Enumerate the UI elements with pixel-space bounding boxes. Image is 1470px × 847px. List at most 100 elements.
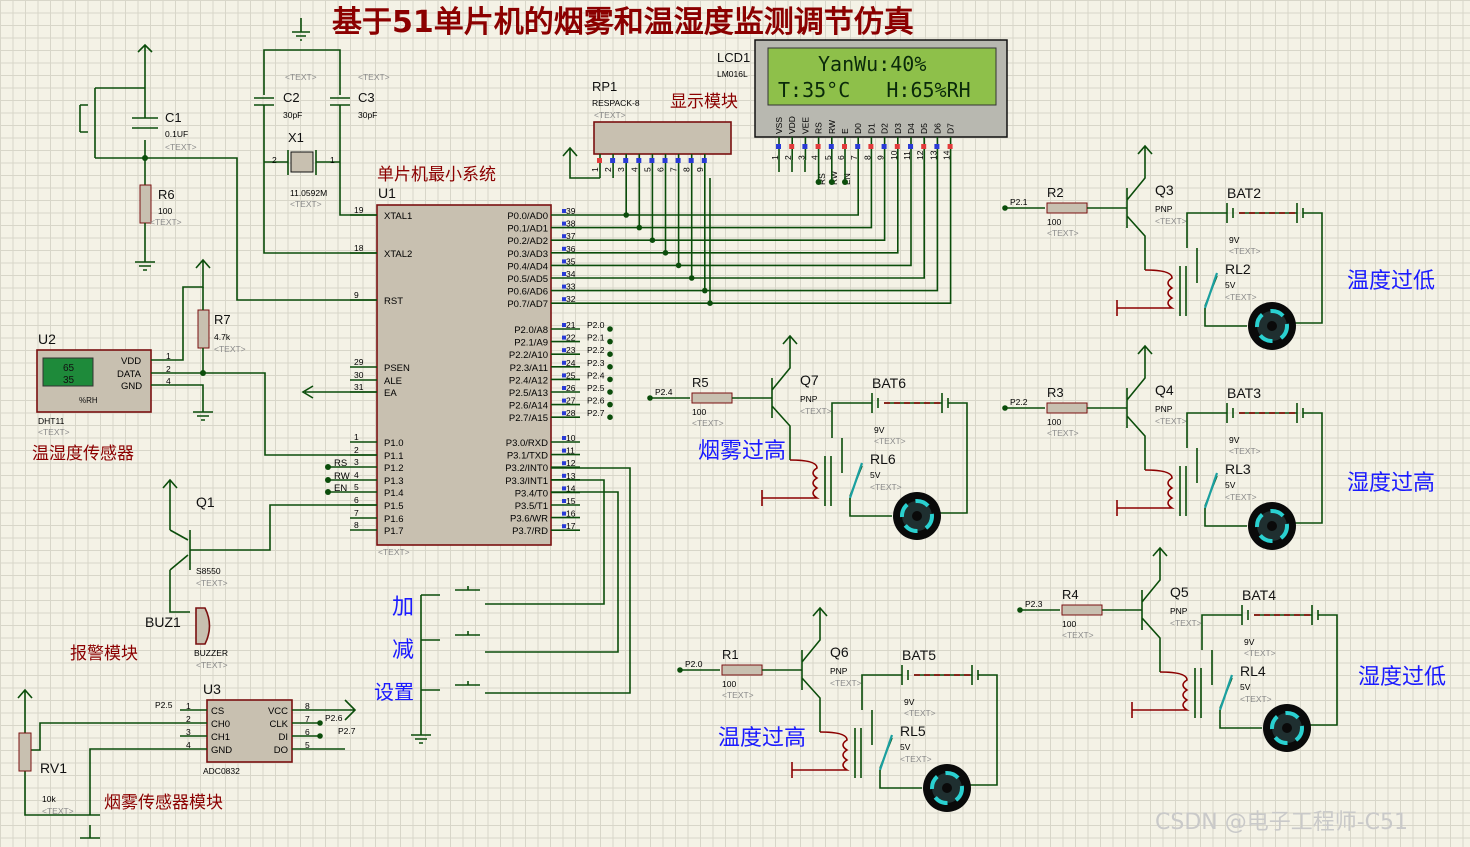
u1-right-pin-number: 36 <box>566 244 576 254</box>
u1-right-pin-number: 15 <box>566 496 576 506</box>
u1-right-pin-number: 24 <box>566 358 576 368</box>
rl4-ref: RL4 <box>1240 663 1266 679</box>
rl6-text: <TEXT> <box>870 482 902 492</box>
bat4-ref: BAT4 <box>1242 587 1276 603</box>
rl2-text: <TEXT> <box>1225 292 1257 302</box>
q6-text: <TEXT> <box>830 678 862 688</box>
u1-p2-net: P2.3 <box>587 358 605 368</box>
q7-type: PNP <box>800 394 818 404</box>
u1-right-pin-name: P2.7/A15 <box>509 413 548 424</box>
u2-temp: 65 <box>63 363 75 374</box>
u3-right-pin-name: VCC <box>268 706 288 717</box>
button-minus-label[interactable]: 减 <box>392 638 414 663</box>
q6-type: PNP <box>830 666 848 676</box>
lcd-pin-marker <box>815 144 821 149</box>
alarm-module-label: 报警模块 <box>70 644 138 664</box>
lcd-pin-label: D2 <box>880 123 890 134</box>
rp1-pin-number: 3 <box>616 167 626 172</box>
button-minus[interactable]: 减 <box>392 638 414 663</box>
r5-ref: R5 <box>692 375 709 390</box>
lcd-pin-marker <box>842 144 847 149</box>
u1-left-pin-number: 18 <box>354 243 364 253</box>
display-module-label: 显示模块 <box>670 92 738 112</box>
u1-left-pin-number: 6 <box>354 495 359 505</box>
lcd-pin-marker <box>789 144 795 149</box>
lcd-pin-number: 8 <box>862 155 872 160</box>
u1-right-pin-number: 16 <box>566 509 576 519</box>
rp1-pin-marker <box>649 158 655 163</box>
u1-left-pin-number: 4 <box>354 470 359 480</box>
r5-net: P2.4 <box>655 387 673 397</box>
rp1-ref: RP1 <box>592 79 617 94</box>
lcd-pin-number: 7 <box>849 155 859 160</box>
u3-left-pin-name: CH0 <box>211 719 230 730</box>
lcd-pin-marker <box>868 144 874 149</box>
u3-net-clk: P2.6 <box>325 713 343 723</box>
c3-value: 30pF <box>358 110 377 120</box>
u1-left-pin-name: XTAL2 <box>384 249 412 260</box>
u1-right-pin-name: P2.1/A9 <box>514 338 548 349</box>
driver-q5: P2.3R4100<TEXT>Q5PNP<TEXT>RL45V<TEXT>BAT… <box>1017 546 1446 752</box>
q4-symbol <box>1087 344 1153 470</box>
u1-right-pin-number: 33 <box>566 282 576 292</box>
button-set[interactable]: 设置 <box>374 680 414 704</box>
u2-unit: %RH <box>79 396 98 405</box>
r3-text: <TEXT> <box>1047 428 1079 438</box>
r1-net: P2.0 <box>685 659 703 669</box>
csdn-watermark: CSDN @电子工程师-C51 <box>1155 810 1408 835</box>
lcd-pin-marker <box>776 144 781 149</box>
button-plus[interactable]: 加 <box>392 595 414 620</box>
r2-ref: R2 <box>1047 185 1064 200</box>
q5-symbol <box>1102 546 1168 672</box>
r5-value: 100 <box>692 407 706 417</box>
q1-text: <TEXT> <box>196 578 228 588</box>
driver-q6: P2.0R1100<TEXT>Q6PNP<TEXT>RL55V<TEXT>BAT… <box>677 606 998 812</box>
q5-ref: Q5 <box>1170 584 1189 600</box>
lcd-pin-label: D6 <box>932 123 942 134</box>
u1-right-pin-number: 25 <box>566 370 576 380</box>
u1-right-pin-name: P0.0/AD0 <box>507 211 548 222</box>
lcd-pin-label: D4 <box>906 123 916 134</box>
bat5-value: 9V <box>904 697 915 707</box>
bat6-text: <TEXT> <box>874 436 906 446</box>
lcd-pin-number: 13 <box>928 150 938 160</box>
u1-right-pin-name: P0.4/AD4 <box>507 261 548 272</box>
xtal-wires <box>263 105 377 254</box>
bat3-text: <TEXT> <box>1229 446 1261 456</box>
mcu-module-label: 单片机最小系统 <box>377 165 496 185</box>
u1-left-pin-name: P1.7 <box>384 526 404 537</box>
rl6-ref: RL6 <box>870 451 896 467</box>
lcd-model: LM016L <box>717 69 748 79</box>
u1-left-pin-name: P1.3 <box>384 476 404 487</box>
r4-ref: R4 <box>1062 587 1079 602</box>
lcd-pin-number: 14 <box>942 150 952 160</box>
u3-left-pin-name: GND <box>211 745 232 756</box>
u1-p2-net: P2.4 <box>587 370 605 380</box>
u2-text: <TEXT> <box>38 427 70 437</box>
buz1-ref: BUZ1 <box>145 614 181 630</box>
u1-right-pin-number: 35 <box>566 256 576 266</box>
button-plus-label[interactable]: 加 <box>392 595 414 620</box>
u3-left-pin-name: CS <box>211 706 224 717</box>
r5-text: <TEXT> <box>692 418 724 428</box>
u1-left-pin-name: ALE <box>384 376 402 387</box>
u1-right-pin-number: 39 <box>566 206 576 216</box>
u1-right-pin-name: P2.5/A13 <box>509 388 548 399</box>
lcd-line-1: YanWu:40% <box>818 52 926 76</box>
lcd-pin-marker <box>947 144 953 149</box>
u1-right-pin-name: P2.2/A10 <box>509 350 548 361</box>
q4-ref: Q4 <box>1155 382 1174 398</box>
bat4-value: 9V <box>1244 637 1255 647</box>
rp1-pin-number: 8 <box>682 167 692 172</box>
r7-text: <TEXT> <box>214 344 246 354</box>
button-set-label[interactable]: 设置 <box>374 680 414 704</box>
u1-right-pin-name: P0.1/AD1 <box>507 224 548 235</box>
bat2-text: <TEXT> <box>1229 246 1261 256</box>
lcd-pin-marker <box>855 144 861 149</box>
u3-net-cs: P2.5 <box>155 700 173 710</box>
u1-ref: U1 <box>378 185 396 201</box>
u1-left-pin-number: 3 <box>354 457 359 467</box>
q4-type: PNP <box>1155 404 1173 414</box>
bat2-ref: BAT2 <box>1227 185 1261 201</box>
r7-ref: R7 <box>214 312 231 327</box>
